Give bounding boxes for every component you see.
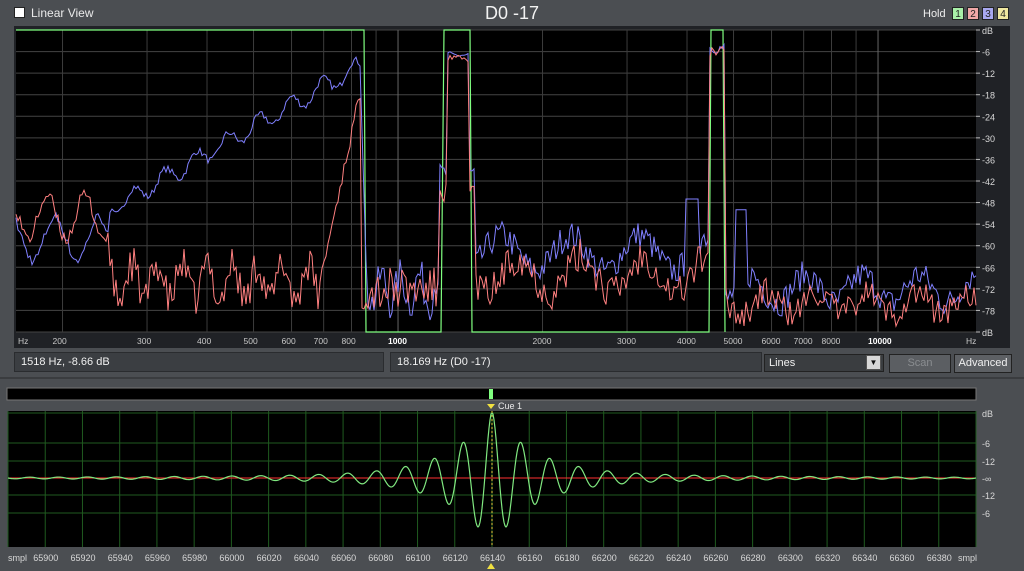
waveform-sample-label: 66340 — [852, 553, 877, 563]
waveform-sample-label: 66300 — [778, 553, 803, 563]
spectrum-frequency-label: 500 — [244, 336, 258, 346]
waveform-sample-axis: smpl 65900 65920 65940 65960 65980 66000 66020 6… — [8, 553, 977, 563]
waveform-sample-label: 66000 — [219, 553, 244, 563]
top-bar: Linear View D0 -17 Hold 1 2 3 4 — [0, 0, 1024, 26]
waveform-db-label: -6 — [982, 509, 990, 519]
spectrum-db-label: -18 — [982, 91, 995, 101]
spectrum-db-label: -6 — [982, 48, 990, 58]
waveform-sample-label: 65980 — [182, 553, 207, 563]
spectrum-db-label: -42 — [982, 177, 995, 187]
spectrum-db-label: -12 — [982, 69, 995, 79]
spectrum-frequency-label: 700 — [314, 336, 328, 346]
spectrum-frequency-label: 8000 — [822, 336, 841, 346]
spectrum-db-label: -66 — [982, 263, 995, 273]
chevron-down-icon[interactable]: ▼ — [866, 355, 881, 370]
waveform-sample-label: 66180 — [554, 553, 579, 563]
waveform-sample-label: 65960 — [145, 553, 170, 563]
spectrum-db-label: -30 — [982, 134, 995, 144]
waveform-db-label: -12 — [982, 491, 995, 501]
waveform-sample-label: 66040 — [294, 553, 319, 563]
spectrum-db-label: dB — [982, 26, 993, 36]
spectrum-frequency-label: 800 — [342, 336, 356, 346]
spectrum-frequency-label: 10000 — [868, 336, 892, 346]
cue-label: Cue 1 — [498, 401, 522, 411]
page-title: D0 -17 — [484, 3, 540, 23]
waveform-sample-label: 66220 — [629, 553, 654, 563]
spectrum-db-label: -54 — [982, 220, 995, 230]
waveform-sample-label: 66160 — [517, 553, 542, 563]
hold-label: Hold — [923, 8, 946, 20]
waveform-overview[interactable]: Cue 1 dB -6 -12 -∞ -12 -6 smpl 65900 65920 65940… — [0, 379, 1024, 571]
overview-scroll-thumb[interactable] — [489, 389, 493, 399]
advanced-button[interactable]: Advanced — [954, 354, 1012, 373]
waveform-sample-label: 66280 — [741, 553, 766, 563]
waveform-sample-label: smpl — [8, 553, 27, 563]
spectrum-frequency-label: 300 — [137, 336, 151, 346]
waveform-sample-label: 66080 — [368, 553, 393, 563]
scan-button[interactable]: Scan — [889, 354, 951, 373]
spectrum-frequency-label: 600 — [282, 336, 296, 346]
waveform-db-label: dB — [982, 409, 993, 419]
waveform-sample-label: 66320 — [815, 553, 840, 563]
waveform-sample-label: 66020 — [257, 553, 282, 563]
spectrum-frequency-label: 2000 — [533, 336, 552, 346]
hold-button-3[interactable]: 3 — [982, 7, 994, 20]
waveform-sample-label: smpl — [958, 553, 977, 563]
waveform-db-label: -6 — [982, 439, 990, 449]
spectrum-db-label: -60 — [982, 242, 995, 252]
spectrum-db-label: -24 — [982, 112, 995, 122]
waveform-sample-label: 66200 — [592, 553, 617, 563]
waveform-sample-label: 66380 — [927, 553, 952, 563]
waveform-sample-label: 66260 — [703, 553, 728, 563]
spectrum-frequency-label: Hz — [18, 336, 28, 346]
spectrum-frequency-label: 200 — [53, 336, 67, 346]
spectrum-frequency-label: Hz — [966, 336, 976, 346]
waveform-sample-label: 65940 — [108, 553, 133, 563]
spectrum-frequency-label: 6000 — [762, 336, 781, 346]
selection-readout: 18.169 Hz (D0 -17) — [390, 352, 762, 372]
waveform-sample-label: 65900 — [33, 553, 58, 563]
spectrum-db-label: -72 — [982, 285, 995, 295]
spectrum-frequency-label: 400 — [197, 336, 211, 346]
waveform-sample-label: 66240 — [666, 553, 691, 563]
hold-button-2[interactable]: 2 — [967, 7, 979, 20]
waveform-sample-label: 66100 — [406, 553, 431, 563]
spectrum-frequency-label: 3000 — [617, 336, 636, 346]
waveform-sample-label: 65920 — [70, 553, 95, 563]
waveform-sample-label: 66120 — [443, 553, 468, 563]
spectrum-db-label: -48 — [982, 199, 995, 209]
waveform-db-label: -∞ — [982, 474, 991, 484]
waveform-sample-label: 66140 — [480, 553, 505, 563]
spectrum-frequency-label: 7000 — [794, 336, 813, 346]
spectrum-db-label: dB — [982, 328, 993, 338]
spectrum-frequency-label: 4000 — [677, 336, 696, 346]
hold-button-4[interactable]: 4 — [997, 7, 1009, 20]
cursor-readout: 1518 Hz, -8.66 dB — [14, 352, 384, 372]
hold-button-1[interactable]: 1 — [952, 7, 964, 20]
spectrum-db-label: -78 — [982, 306, 995, 316]
spectrum-analyzer[interactable]: dB -6 -12 -18 -24 -30 -36 -42 -48 -54 -60 -66 -72 -78… — [0, 26, 1024, 348]
waveform-sample-label: 66060 — [331, 553, 356, 563]
waveform-db-label: -12 — [982, 457, 995, 467]
status-row: 1518 Hz, -8.66 dB 18.169 Hz (D0 -17) Lin… — [0, 352, 1024, 376]
spectrum-frequency-label: 1000 — [388, 336, 407, 346]
waveform-sample-label: 66360 — [890, 553, 915, 563]
spectrum-frequency-label: 5000 — [724, 336, 743, 346]
spectrum-db-label: -36 — [982, 155, 995, 165]
